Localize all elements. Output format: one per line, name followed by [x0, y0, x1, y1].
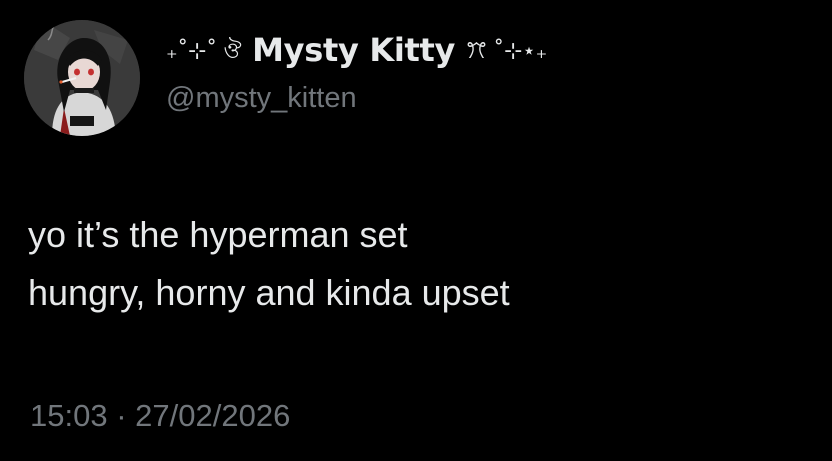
- anime-girl-avatar-icon: [24, 20, 140, 136]
- tweet-time: 15:03: [30, 398, 108, 433]
- user-handle[interactable]: @mysty_kitten: [166, 80, 357, 116]
- tweet-text-line: hungry, horny and kinda upset: [28, 272, 510, 313]
- display-name-text: Mysty Kitty: [252, 31, 456, 69]
- tweet-timestamp[interactable]: 15:03 · 27/02/2026: [30, 396, 290, 436]
- display-name-suffix: ꔫ ˚⊹⋆₊: [465, 39, 547, 64]
- tweet-card: ₊˚⊹˚ ঔ Mysty Kitty ꔫ ˚⊹⋆₊ @mysty_kitten …: [0, 0, 832, 461]
- tweet-text: yo it’s the hyperman set hungry, horny a…: [28, 206, 808, 322]
- display-name-prefix: ₊˚⊹˚ ঔ: [166, 39, 242, 64]
- display-name[interactable]: ₊˚⊹˚ ঔ Mysty Kitty ꔫ ˚⊹⋆₊: [166, 30, 547, 70]
- tweet-date: 27/02/2026: [135, 398, 291, 433]
- timestamp-separator: ·: [116, 398, 127, 433]
- tweet-text-line: yo it’s the hyperman set: [28, 214, 408, 255]
- avatar[interactable]: [24, 20, 140, 136]
